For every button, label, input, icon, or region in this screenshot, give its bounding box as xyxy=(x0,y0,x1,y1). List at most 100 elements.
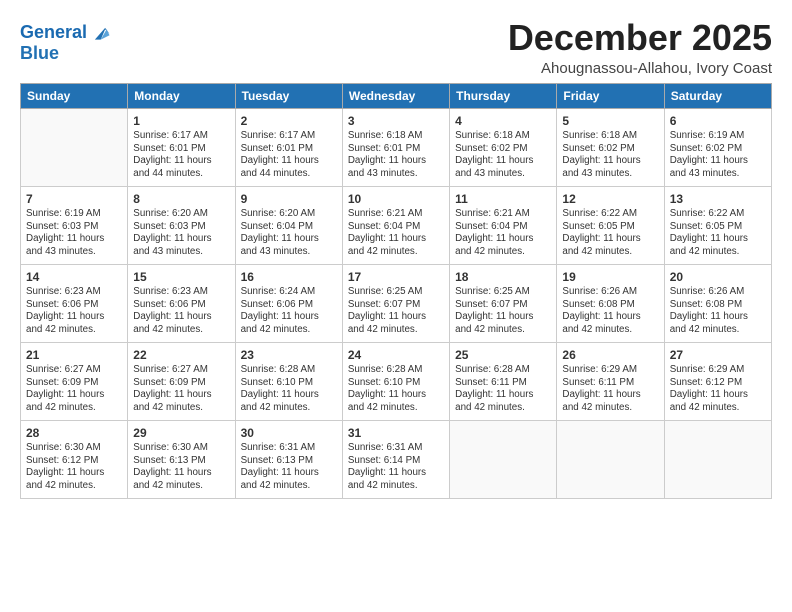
day-info: Sunrise: 6:30 AM Sunset: 6:13 PM Dayligh… xyxy=(133,442,229,493)
calendar-cell: 12Sunrise: 6:22 AM Sunset: 6:05 PM Dayli… xyxy=(557,186,664,264)
day-info: Sunrise: 6:18 AM Sunset: 6:02 PM Dayligh… xyxy=(562,130,658,181)
day-info: Sunrise: 6:19 AM Sunset: 6:02 PM Dayligh… xyxy=(670,130,766,181)
calendar-week-1: 1Sunrise: 6:17 AM Sunset: 6:01 PM Daylig… xyxy=(21,108,772,186)
day-info: Sunrise: 6:21 AM Sunset: 6:04 PM Dayligh… xyxy=(455,208,551,259)
calendar-cell: 25Sunrise: 6:28 AM Sunset: 6:11 PM Dayli… xyxy=(450,342,557,420)
calendar-cell: 14Sunrise: 6:23 AM Sunset: 6:06 PM Dayli… xyxy=(21,264,128,342)
day-number: 3 xyxy=(348,113,444,129)
calendar-cell xyxy=(450,420,557,498)
calendar-week-2: 7Sunrise: 6:19 AM Sunset: 6:03 PM Daylig… xyxy=(21,186,772,264)
weekday-monday: Monday xyxy=(128,83,235,108)
calendar-cell: 28Sunrise: 6:30 AM Sunset: 6:12 PM Dayli… xyxy=(21,420,128,498)
day-info: Sunrise: 6:18 AM Sunset: 6:01 PM Dayligh… xyxy=(348,130,444,181)
page-header: General Blue December 2025 Ahougnassou-A… xyxy=(20,18,772,77)
logo-text: General xyxy=(20,23,87,43)
calendar-cell: 4Sunrise: 6:18 AM Sunset: 6:02 PM Daylig… xyxy=(450,108,557,186)
title-block: December 2025 Ahougnassou-Allahou, Ivory… xyxy=(508,18,772,77)
calendar-cell: 31Sunrise: 6:31 AM Sunset: 6:14 PM Dayli… xyxy=(342,420,449,498)
calendar-week-3: 14Sunrise: 6:23 AM Sunset: 6:06 PM Dayli… xyxy=(21,264,772,342)
day-number: 2 xyxy=(241,113,337,129)
day-info: Sunrise: 6:17 AM Sunset: 6:01 PM Dayligh… xyxy=(133,130,229,181)
day-info: Sunrise: 6:29 AM Sunset: 6:11 PM Dayligh… xyxy=(562,364,658,415)
calendar-cell: 19Sunrise: 6:26 AM Sunset: 6:08 PM Dayli… xyxy=(557,264,664,342)
calendar-cell: 20Sunrise: 6:26 AM Sunset: 6:08 PM Dayli… xyxy=(664,264,771,342)
location: Ahougnassou-Allahou, Ivory Coast xyxy=(508,60,772,77)
calendar-cell: 8Sunrise: 6:20 AM Sunset: 6:03 PM Daylig… xyxy=(128,186,235,264)
weekday-thursday: Thursday xyxy=(450,83,557,108)
day-info: Sunrise: 6:24 AM Sunset: 6:06 PM Dayligh… xyxy=(241,286,337,337)
day-info: Sunrise: 6:23 AM Sunset: 6:06 PM Dayligh… xyxy=(133,286,229,337)
day-info: Sunrise: 6:23 AM Sunset: 6:06 PM Dayligh… xyxy=(26,286,122,337)
calendar-cell: 23Sunrise: 6:28 AM Sunset: 6:10 PM Dayli… xyxy=(235,342,342,420)
weekday-sunday: Sunday xyxy=(21,83,128,108)
day-number: 26 xyxy=(562,347,658,363)
day-number: 22 xyxy=(133,347,229,363)
calendar-cell: 17Sunrise: 6:25 AM Sunset: 6:07 PM Dayli… xyxy=(342,264,449,342)
calendar-cell: 15Sunrise: 6:23 AM Sunset: 6:06 PM Dayli… xyxy=(128,264,235,342)
day-info: Sunrise: 6:28 AM Sunset: 6:10 PM Dayligh… xyxy=(348,364,444,415)
day-info: Sunrise: 6:18 AM Sunset: 6:02 PM Dayligh… xyxy=(455,130,551,181)
calendar-cell xyxy=(664,420,771,498)
calendar-week-5: 28Sunrise: 6:30 AM Sunset: 6:12 PM Dayli… xyxy=(21,420,772,498)
day-number: 5 xyxy=(562,113,658,129)
logo-icon xyxy=(89,22,111,44)
calendar-cell: 3Sunrise: 6:18 AM Sunset: 6:01 PM Daylig… xyxy=(342,108,449,186)
day-info: Sunrise: 6:20 AM Sunset: 6:03 PM Dayligh… xyxy=(133,208,229,259)
day-info: Sunrise: 6:22 AM Sunset: 6:05 PM Dayligh… xyxy=(562,208,658,259)
day-info: Sunrise: 6:29 AM Sunset: 6:12 PM Dayligh… xyxy=(670,364,766,415)
day-number: 31 xyxy=(348,425,444,441)
day-number: 11 xyxy=(455,191,551,207)
day-number: 15 xyxy=(133,269,229,285)
month-title: December 2025 xyxy=(508,18,772,58)
weekday-header-row: SundayMondayTuesdayWednesdayThursdayFrid… xyxy=(21,83,772,108)
weekday-saturday: Saturday xyxy=(664,83,771,108)
calendar-cell: 18Sunrise: 6:25 AM Sunset: 6:07 PM Dayli… xyxy=(450,264,557,342)
day-info: Sunrise: 6:31 AM Sunset: 6:14 PM Dayligh… xyxy=(348,442,444,493)
day-number: 30 xyxy=(241,425,337,441)
calendar-cell xyxy=(557,420,664,498)
calendar-cell: 5Sunrise: 6:18 AM Sunset: 6:02 PM Daylig… xyxy=(557,108,664,186)
calendar-week-4: 21Sunrise: 6:27 AM Sunset: 6:09 PM Dayli… xyxy=(21,342,772,420)
day-number: 29 xyxy=(133,425,229,441)
day-info: Sunrise: 6:27 AM Sunset: 6:09 PM Dayligh… xyxy=(133,364,229,415)
day-number: 1 xyxy=(133,113,229,129)
day-number: 24 xyxy=(348,347,444,363)
day-number: 12 xyxy=(562,191,658,207)
day-info: Sunrise: 6:25 AM Sunset: 6:07 PM Dayligh… xyxy=(455,286,551,337)
day-number: 13 xyxy=(670,191,766,207)
calendar-cell: 9Sunrise: 6:20 AM Sunset: 6:04 PM Daylig… xyxy=(235,186,342,264)
calendar-cell: 13Sunrise: 6:22 AM Sunset: 6:05 PM Dayli… xyxy=(664,186,771,264)
day-info: Sunrise: 6:26 AM Sunset: 6:08 PM Dayligh… xyxy=(562,286,658,337)
day-number: 17 xyxy=(348,269,444,285)
day-number: 21 xyxy=(26,347,122,363)
calendar-cell: 21Sunrise: 6:27 AM Sunset: 6:09 PM Dayli… xyxy=(21,342,128,420)
day-info: Sunrise: 6:17 AM Sunset: 6:01 PM Dayligh… xyxy=(241,130,337,181)
day-info: Sunrise: 6:19 AM Sunset: 6:03 PM Dayligh… xyxy=(26,208,122,259)
day-info: Sunrise: 6:25 AM Sunset: 6:07 PM Dayligh… xyxy=(348,286,444,337)
day-number: 10 xyxy=(348,191,444,207)
day-number: 14 xyxy=(26,269,122,285)
calendar-cell: 30Sunrise: 6:31 AM Sunset: 6:13 PM Dayli… xyxy=(235,420,342,498)
day-number: 9 xyxy=(241,191,337,207)
day-number: 25 xyxy=(455,347,551,363)
calendar-cell: 26Sunrise: 6:29 AM Sunset: 6:11 PM Dayli… xyxy=(557,342,664,420)
day-info: Sunrise: 6:28 AM Sunset: 6:11 PM Dayligh… xyxy=(455,364,551,415)
calendar-cell: 2Sunrise: 6:17 AM Sunset: 6:01 PM Daylig… xyxy=(235,108,342,186)
calendar-cell: 24Sunrise: 6:28 AM Sunset: 6:10 PM Dayli… xyxy=(342,342,449,420)
day-number: 27 xyxy=(670,347,766,363)
calendar-cell xyxy=(21,108,128,186)
day-number: 8 xyxy=(133,191,229,207)
day-info: Sunrise: 6:22 AM Sunset: 6:05 PM Dayligh… xyxy=(670,208,766,259)
day-info: Sunrise: 6:28 AM Sunset: 6:10 PM Dayligh… xyxy=(241,364,337,415)
day-info: Sunrise: 6:30 AM Sunset: 6:12 PM Dayligh… xyxy=(26,442,122,493)
calendar-cell: 11Sunrise: 6:21 AM Sunset: 6:04 PM Dayli… xyxy=(450,186,557,264)
day-info: Sunrise: 6:27 AM Sunset: 6:09 PM Dayligh… xyxy=(26,364,122,415)
calendar-table: SundayMondayTuesdayWednesdayThursdayFrid… xyxy=(20,83,772,499)
calendar-cell: 1Sunrise: 6:17 AM Sunset: 6:01 PM Daylig… xyxy=(128,108,235,186)
calendar-cell: 22Sunrise: 6:27 AM Sunset: 6:09 PM Dayli… xyxy=(128,342,235,420)
weekday-friday: Friday xyxy=(557,83,664,108)
day-info: Sunrise: 6:21 AM Sunset: 6:04 PM Dayligh… xyxy=(348,208,444,259)
logo: General Blue xyxy=(20,22,111,62)
logo-subtext: Blue xyxy=(20,44,111,62)
day-number: 28 xyxy=(26,425,122,441)
